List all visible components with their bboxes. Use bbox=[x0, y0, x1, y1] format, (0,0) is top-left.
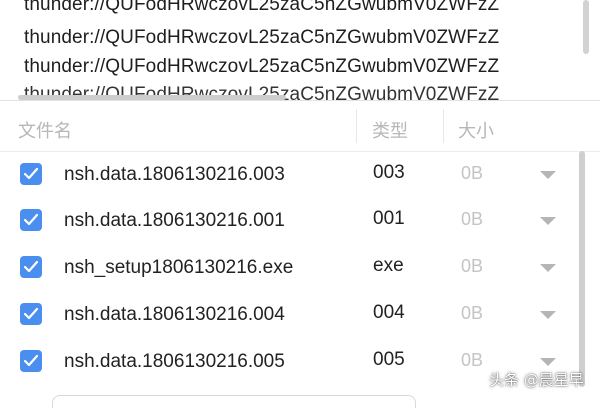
file-list-scrollbar[interactable] bbox=[579, 151, 585, 387]
file-checkbox[interactable] bbox=[20, 256, 42, 278]
url-line: thunder://QUFodHRwczovL25zaC5nZGwubmV0ZW… bbox=[24, 27, 500, 48]
file-type: 003 bbox=[373, 162, 405, 183]
file-type: 004 bbox=[373, 302, 405, 323]
chevron-down-icon[interactable] bbox=[540, 171, 556, 179]
file-checkbox[interactable] bbox=[20, 303, 42, 325]
column-divider bbox=[356, 109, 357, 143]
checkmark-icon bbox=[23, 260, 39, 273]
file-checkbox[interactable] bbox=[20, 350, 42, 372]
file-row[interactable]: nsh.data.1806130216.001 001 0B bbox=[0, 197, 580, 243]
file-size: 0B bbox=[461, 256, 484, 276]
file-type: 001 bbox=[373, 208, 405, 229]
file-row[interactable]: nsh.data.1806130216.004 004 0B bbox=[0, 291, 580, 337]
file-name: nsh_setup1806130216.exe bbox=[64, 257, 294, 278]
file-row[interactable]: nsh.data.1806130216.003 003 0B bbox=[0, 151, 580, 197]
file-checkbox[interactable] bbox=[20, 163, 42, 185]
file-list-header: 文件名 类型 大小 bbox=[0, 101, 600, 152]
file-name: nsh.data.1806130216.003 bbox=[64, 164, 285, 185]
column-divider bbox=[443, 109, 444, 143]
file-type: exe bbox=[373, 255, 404, 276]
file-checkbox[interactable] bbox=[20, 209, 42, 231]
bottom-input-edge[interactable] bbox=[52, 395, 416, 408]
checkmark-icon bbox=[23, 354, 39, 367]
download-url-textarea[interactable]: thunder://QUFodHRwczovL25zaC5nZGwubmV0ZW… bbox=[0, 0, 600, 100]
file-size: 0B bbox=[461, 209, 484, 229]
file-size: 0B bbox=[461, 350, 484, 370]
file-name: nsh.data.1806130216.004 bbox=[64, 304, 285, 325]
column-header-name[interactable]: 文件名 bbox=[18, 117, 72, 143]
checkmark-icon bbox=[23, 307, 39, 320]
chevron-down-icon[interactable] bbox=[540, 217, 556, 225]
watermark: 头条 @晨星早 bbox=[489, 371, 584, 389]
file-size: 0B bbox=[461, 163, 484, 183]
file-type: 005 bbox=[373, 349, 405, 370]
column-header-size[interactable]: 大小 bbox=[458, 117, 494, 143]
checkmark-icon bbox=[23, 167, 39, 180]
column-header-type[interactable]: 类型 bbox=[372, 117, 408, 143]
file-row[interactable]: nsh_setup1806130216.exe exe 0B bbox=[0, 244, 580, 290]
file-size: 0B bbox=[461, 303, 484, 323]
file-name: nsh.data.1806130216.001 bbox=[64, 210, 285, 231]
url-line: thunder://QUFodHRwczovL25zaC5nZGwubmV0ZW… bbox=[24, 56, 500, 77]
file-list-panel: 文件名 类型 大小 nsh.data.1806130216.003 003 0B… bbox=[0, 101, 600, 408]
chevron-down-icon[interactable] bbox=[540, 264, 556, 272]
url-vertical-scrollbar[interactable] bbox=[583, 0, 589, 54]
url-line: thunder://QUFodHRwczovL25zaC5nZGwubmV0ZW… bbox=[24, 0, 500, 15]
chevron-down-icon[interactable] bbox=[540, 311, 556, 319]
checkmark-icon bbox=[23, 213, 39, 226]
chevron-down-icon[interactable] bbox=[540, 358, 556, 366]
file-name: nsh.data.1806130216.005 bbox=[64, 351, 285, 372]
